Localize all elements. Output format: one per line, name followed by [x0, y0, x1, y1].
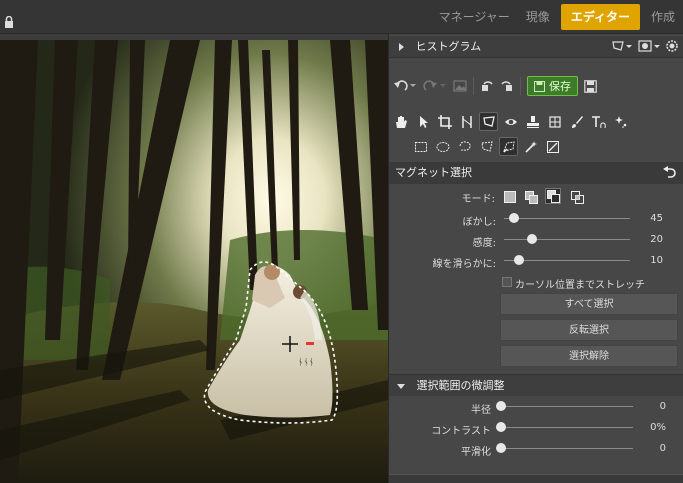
invert-selection-button[interactable]: 反転選択 [500, 319, 678, 341]
sensitivity-value: 20 [650, 234, 663, 245]
save-button[interactable]: 保存 [527, 76, 578, 96]
expand-icon [399, 43, 404, 51]
svg-text:ᚾᚾᚾ: ᚾᚾᚾ [298, 357, 314, 368]
save-icon [534, 80, 545, 92]
blur-slider-knob[interactable] [509, 213, 520, 223]
gradient-select-icon[interactable] [543, 137, 562, 156]
toolbar-separator [520, 77, 521, 95]
magic-wand-icon[interactable] [521, 137, 540, 156]
save-as-icon[interactable] [584, 79, 597, 93]
effects-tool-icon[interactable] [611, 112, 630, 131]
rect-select-icon[interactable] [411, 137, 430, 156]
magnet-selection-header: マグネット選択 [389, 162, 683, 184]
stretch-label: カーソル位置までストレッチ [515, 280, 645, 291]
mode-add-icon[interactable] [523, 189, 539, 205]
hand-tool-icon[interactable] [391, 112, 410, 131]
sensitivity-label: 感度: [472, 238, 496, 249]
settings-icon[interactable] [666, 40, 678, 52]
radius-value: 0 [659, 401, 666, 412]
collapse-icon [397, 383, 405, 389]
smoothness-slider[interactable] [501, 448, 633, 449]
next-section-strip [389, 474, 683, 483]
rotate-left-icon[interactable] [480, 79, 494, 93]
contrast-label: コントラスト [431, 426, 491, 437]
crop-tool-icon[interactable] [435, 112, 454, 131]
magnet-select-icon[interactable] [499, 137, 518, 156]
reset-icon[interactable] [663, 166, 676, 178]
top-bar: マネージャー 現像 エディター 作成 [0, 0, 683, 34]
blur-value: 45 [650, 213, 663, 224]
red-eye-tool-icon[interactable] [501, 112, 520, 131]
polygon-select-icon[interactable] [477, 137, 496, 156]
ellipse-select-icon[interactable] [433, 137, 452, 156]
tool-row-1 [389, 112, 683, 131]
undo-icon[interactable] [393, 79, 417, 93]
smoothness-slider-knob[interactable] [496, 443, 506, 453]
save-label: 保存 [549, 80, 571, 93]
photo-image: ᚾᚾᚾ [0, 40, 388, 483]
sensitivity-slider-knob[interactable] [526, 234, 537, 244]
smoothing-value: 10 [650, 255, 663, 266]
sensitivity-slider[interactable] [504, 239, 630, 240]
mode-new-icon[interactable] [502, 189, 518, 205]
histogram-header[interactable]: ヒストグラム [389, 36, 683, 58]
lock-icon[interactable] [4, 16, 14, 29]
contrast-slider[interactable] [501, 427, 633, 428]
radius-slider-knob[interactable] [496, 401, 506, 411]
fine-tune-title: 選択範囲の微調整 [416, 379, 505, 392]
pointer-tool-icon[interactable] [413, 112, 432, 131]
smoothness-label: 平滑化 [461, 447, 491, 458]
tab-manager[interactable]: マネージャー [431, 4, 518, 30]
smoothing-slider-knob[interactable] [514, 255, 525, 265]
straighten-tool-icon[interactable] [457, 112, 476, 131]
image-icon[interactable] [453, 80, 467, 92]
blur-label: ぼかし: [462, 217, 496, 228]
selection-tool-icon[interactable] [479, 112, 498, 131]
toolbar-separator [473, 77, 474, 95]
contrast-value: 0% [650, 422, 666, 433]
radius-label: 半径 [471, 405, 491, 416]
mode-label: モード: [461, 194, 495, 205]
tool-row-2 [389, 137, 683, 156]
fine-tune-header[interactable]: 選択範囲の微調整 [389, 374, 683, 396]
lasso-select-icon[interactable] [455, 137, 474, 156]
text-tool-icon[interactable] [589, 112, 608, 131]
module-tabs: マネージャー 現像 エディター 作成 [431, 4, 683, 30]
tab-create[interactable]: 作成 [643, 4, 683, 30]
magnet-title: マグネット選択 [395, 166, 472, 179]
tab-develop[interactable]: 現像 [518, 4, 558, 30]
deselect-button[interactable]: 選択解除 [500, 345, 678, 367]
smoothness-value: 0 [659, 443, 666, 454]
edit-toolbar: 保存 [389, 71, 683, 101]
blur-slider[interactable] [504, 218, 630, 219]
clone-stamp-icon[interactable] [523, 112, 542, 131]
contrast-slider-knob[interactable] [496, 422, 506, 432]
radius-slider[interactable] [501, 406, 633, 407]
select-all-button[interactable]: すべて選択 [500, 293, 678, 315]
histogram-title: ヒストグラム [415, 40, 482, 53]
mode-intersect-icon[interactable] [569, 189, 585, 205]
smoothing-label: 線を滑らかに: [432, 259, 496, 270]
side-panel: ヒストグラム 保存 マグネット選択 モード: ぼかし: 45 感度: 20 線を… [388, 34, 683, 483]
view-mode-icon[interactable] [638, 40, 660, 52]
stretch-checkbox[interactable] [502, 277, 512, 287]
brush-tool-icon[interactable] [567, 112, 586, 131]
redo-icon[interactable] [423, 79, 447, 93]
photo-canvas[interactable]: ᚾᚾᚾ [0, 40, 388, 483]
tab-editor[interactable]: エディター [560, 4, 640, 30]
lasso-dropdown-icon[interactable] [612, 40, 632, 52]
mode-subtract-icon[interactable] [545, 188, 561, 204]
transform-tool-icon[interactable] [545, 112, 564, 131]
rotate-right-icon[interactable] [500, 79, 514, 93]
